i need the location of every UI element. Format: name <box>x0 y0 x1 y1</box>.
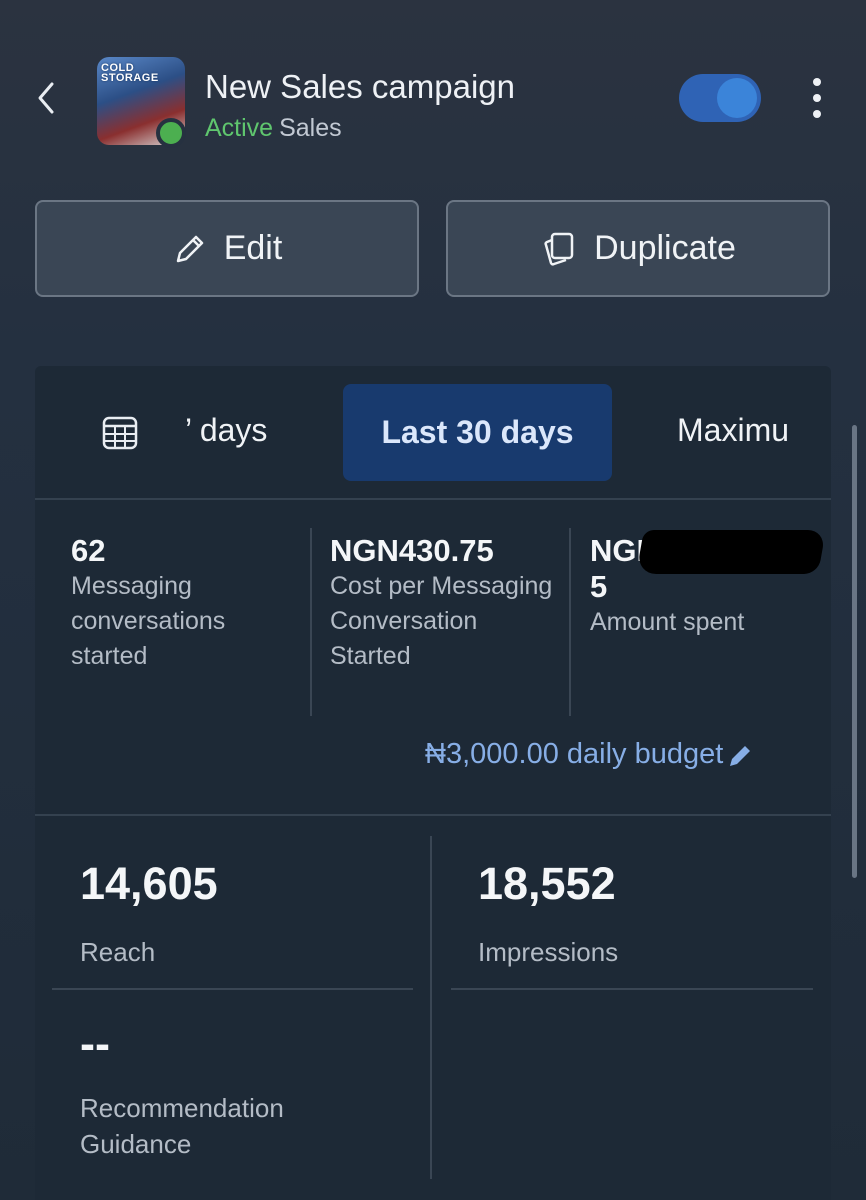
divider <box>451 988 813 990</box>
conversations-label: Messaging conversations started <box>71 572 226 670</box>
objective-label: Sales <box>279 114 342 142</box>
pencil-edit-icon <box>730 745 751 766</box>
metric-cost-per-conversation[interactable]: NGN430.75 Cost per Messaging Conversatio… <box>330 533 560 674</box>
redaction-mark <box>636 530 826 574</box>
campaign-title: New Sales campaign <box>205 68 515 105</box>
divider <box>52 988 413 990</box>
metric-conversations[interactable]: 62 Messaging conversations started <box>71 533 291 674</box>
conversations-value: 62 <box>71 533 106 568</box>
more-options-button[interactable] <box>806 78 828 118</box>
reach-label: Reach <box>80 937 156 967</box>
edit-label: Edit <box>223 229 283 267</box>
daily-budget-link[interactable]: ₦3,000.00 daily budget <box>425 738 755 771</box>
edit-button[interactable]: Edit <box>35 200 419 297</box>
cost-label: Cost per Messaging Conversation Started <box>330 572 553 670</box>
tab-maximum[interactable]: Maximu <box>677 412 807 449</box>
more-dot-icon <box>813 110 821 118</box>
impressions-value: 18,552 <box>478 858 616 909</box>
spent-label: Amount spent <box>590 608 745 636</box>
duplicate-label: Duplicate <box>594 229 736 267</box>
thumbnail-text: COLD STORAGE <box>101 62 159 84</box>
divider <box>569 528 571 716</box>
tab-last-30-days[interactable]: Last 30 days <box>343 384 612 481</box>
tab-last-7-days[interactable]: ’ days <box>185 412 267 449</box>
budget-text: ₦3,000.00 daily budget <box>425 738 724 770</box>
more-dot-icon <box>813 78 821 86</box>
calendar-grid-icon <box>102 416 138 450</box>
more-dot-icon <box>813 94 821 102</box>
pencil-icon <box>176 235 203 262</box>
impressions-label: Impressions <box>478 937 619 967</box>
divider <box>430 836 432 1179</box>
divider <box>310 528 312 716</box>
cost-value: NGN430.75 <box>330 533 494 568</box>
recommendation-label: Recommendation Guidance <box>80 1093 284 1159</box>
recommendation-value: -- <box>80 1018 110 1069</box>
reach-value: 14,605 <box>80 858 218 909</box>
duplicate-button[interactable]: Duplicate <box>446 200 830 297</box>
section-divider <box>35 814 831 816</box>
spent-value-tail: 5 <box>590 569 608 604</box>
chevron-left-icon <box>38 82 54 114</box>
active-status-dot <box>156 118 186 148</box>
scrollbar[interactable] <box>852 425 857 878</box>
duplicate-icon <box>544 232 574 266</box>
campaign-subtitle: Active Sales <box>205 114 342 143</box>
campaign-toggle[interactable] <box>679 74 761 122</box>
toggle-knob <box>717 78 757 118</box>
status-label: Active <box>205 114 274 142</box>
back-button[interactable] <box>30 78 62 118</box>
calendar-icon[interactable] <box>101 414 139 452</box>
